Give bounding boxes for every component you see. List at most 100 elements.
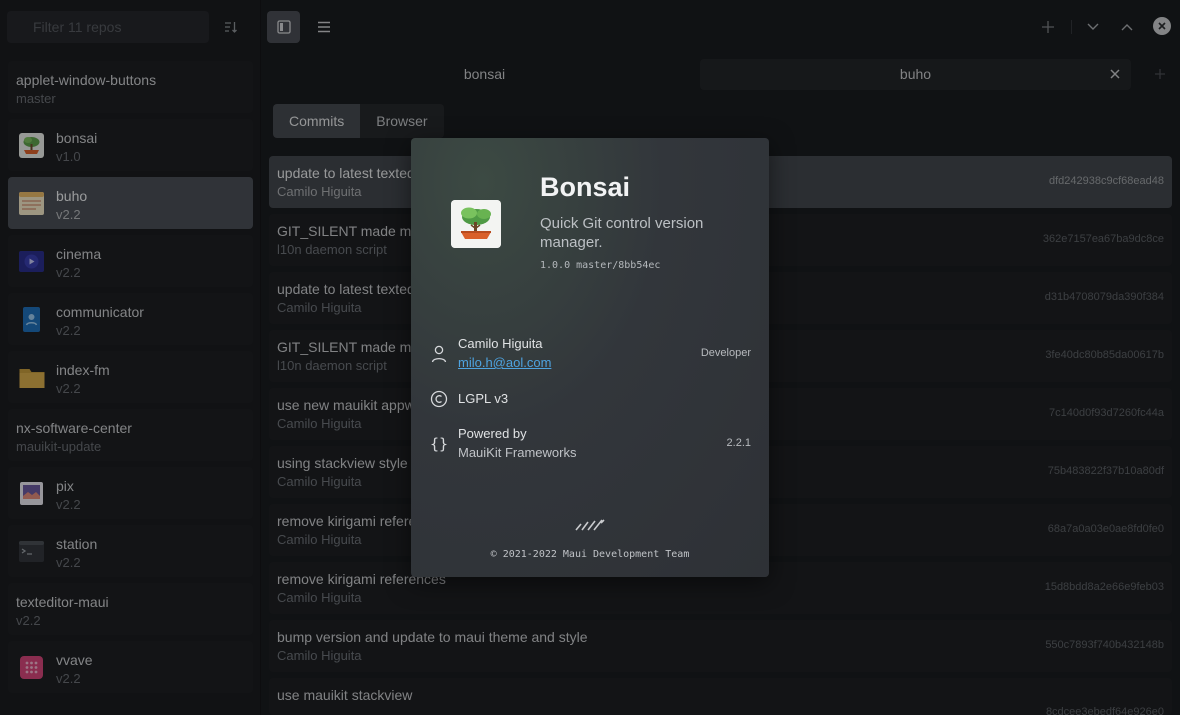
about-dialog: Bonsai Quick Git control version manager… [411, 138, 769, 577]
tab-bonsai[interactable]: bonsai [269, 59, 700, 90]
close-icon [1158, 22, 1166, 30]
repo-name: vvave [56, 652, 93, 668]
commit-message: use mauikit stackview [277, 687, 413, 703]
pix-app-icon [20, 482, 43, 505]
sidebar: applet-window-buttons master bonsai v1.0… [0, 0, 261, 715]
about-copyright: © 2021-2022 Maui Development Team [490, 549, 690, 560]
commit-author: Camilo Higuita [277, 532, 362, 547]
header-bar [261, 0, 1180, 54]
repo-item-applet-window-buttons[interactable]: applet-window-buttons master [8, 61, 253, 113]
commit-author: Camilo Higuita [277, 590, 362, 605]
commit-hash: 362e7157ea67ba9dc8ce [1042, 233, 1164, 245]
maximize-button[interactable] [1117, 17, 1137, 37]
close-tab-icon[interactable] [1109, 68, 1121, 80]
commit-hash: 3fe40dc80b85da00617b [1045, 349, 1164, 361]
view-switcher: Commits Browser [273, 104, 444, 138]
repo-item-index-fm[interactable]: index-fm v2.2 [8, 351, 253, 403]
maui-logo-icon [575, 519, 605, 531]
powered-by-label: Powered by [458, 426, 527, 441]
commit-author: Camilo Higuita [277, 416, 362, 431]
commit-author: Camilo Higuita [277, 648, 362, 663]
repo-branch: v2.2 [56, 265, 81, 280]
commit-author: Camilo Higuita [277, 184, 362, 199]
header-separator [1071, 20, 1072, 34]
browser-view-button[interactable]: Browser [360, 104, 444, 138]
commits-view-button[interactable]: Commits [273, 104, 361, 138]
braces-icon: {} [429, 435, 449, 453]
repo-name: cinema [56, 246, 102, 262]
commit-hash: 8cdcee3ebedf64e926e0 [1045, 706, 1164, 715]
buho-app-icon [19, 192, 44, 215]
repo-name: pix [56, 478, 74, 494]
repo-item-bonsai[interactable]: bonsai v1.0 [8, 119, 253, 171]
about-developer-row: Camilo Higuita milo.h@aol.com Developer [429, 336, 751, 372]
filter-repos-input[interactable] [7, 11, 209, 43]
copyright-icon [429, 389, 449, 409]
commit-author: l10n daemon script [277, 242, 387, 257]
repo-branch: v1.0 [56, 149, 81, 164]
repo-name: index-fm [56, 362, 110, 378]
tab-buho[interactable]: buho [700, 59, 1131, 90]
tab-label: buho [899, 66, 932, 82]
sort-icon [225, 22, 237, 33]
repo-item-cinema[interactable]: cinema v2.2 [8, 235, 253, 287]
about-app-name: Bonsai [540, 172, 631, 202]
repo-branch: v2.2 [56, 555, 81, 570]
repo-branch: master [16, 91, 56, 106]
commit-hash: dfd242938c9cf68ead48 [1049, 175, 1164, 187]
commit-hash: d31b4708079da390f384 [1044, 291, 1164, 303]
sidebar-header [0, 0, 261, 54]
about-app-description: Quick Git control version manager. [540, 215, 704, 251]
repo-item-buho[interactable]: buho v2.2 [8, 177, 253, 229]
main-menu-button[interactable] [307, 11, 340, 43]
repo-name: station [56, 536, 98, 552]
repo-item-texteditor-maui[interactable]: texteditor-maui v2.2 [8, 583, 253, 635]
commit-author: Camilo Higuita [277, 474, 362, 489]
terminal-app-icon [19, 541, 44, 562]
repo-name: applet-window-buttons [16, 72, 157, 88]
toggle-sidebar-button[interactable] [267, 11, 300, 43]
hamburger-menu-icon [317, 21, 330, 33]
commit-hash: 68a7a0a03e0ae8fd0fe0 [1047, 523, 1164, 535]
repo-item-pix[interactable]: pix v2.2 [8, 467, 253, 519]
tab-bar: bonsai buho [261, 54, 1180, 95]
vvave-app-icon [20, 656, 43, 679]
repo-branch: mauikit-update [16, 439, 102, 454]
repo-branch: v2.2 [16, 613, 41, 628]
sort-button[interactable] [218, 14, 244, 40]
license-label: LGPL v3 [458, 391, 509, 406]
new-tab-button[interactable] [1038, 17, 1058, 37]
user-icon [429, 344, 449, 364]
developer-role: Developer [700, 347, 751, 359]
minimize-button[interactable] [1083, 17, 1103, 37]
commit-message: bump version and update to maui theme an… [277, 629, 588, 645]
plus-icon [1042, 21, 1054, 33]
bonsai-app-logo-icon [451, 200, 501, 248]
repo-name: nx-software-center [16, 420, 132, 436]
repo-name: texteditor-maui [16, 594, 109, 610]
add-tab-icon[interactable] [1153, 67, 1167, 81]
commit-hash: 7c140d0f93d7260fc44a [1049, 407, 1164, 419]
repo-branch: v2.2 [56, 381, 81, 396]
repo-item-nx-software-center[interactable]: nx-software-center mauikit-update [8, 409, 253, 461]
about-app-version: 1.0.0 master/8bb54ec [540, 260, 661, 271]
framework-version: 2.2.1 [726, 437, 751, 449]
commit-row[interactable]: use mauikit stackview 8cdcee3ebedf64e926… [269, 678, 1172, 715]
bonsai-app-icon [19, 133, 44, 158]
repo-branch: v2.2 [56, 497, 81, 512]
framework-name: MauiKit Frameworks [458, 445, 577, 460]
repo-name: buho [56, 188, 88, 204]
commit-hash: 15d8bdd8a2e66e9feb03 [1044, 581, 1164, 593]
commit-author: l10n daemon script [277, 358, 387, 373]
developer-email-link[interactable]: milo.h@aol.com [458, 355, 551, 370]
commit-hash: 550c7893f740b432148b [1045, 639, 1164, 651]
repo-item-station[interactable]: station v2.2 [8, 525, 253, 577]
commit-row[interactable]: bump version and update to maui theme an… [269, 620, 1172, 672]
repo-item-communicator[interactable]: communicator v2.2 [8, 293, 253, 345]
chevron-down-icon [1087, 23, 1099, 30]
repo-item-vvave[interactable]: vvave v2.2 [8, 641, 253, 693]
commit-message: using stackview style [277, 455, 408, 471]
close-window-button[interactable] [1153, 17, 1171, 35]
repo-branch: v2.2 [56, 323, 81, 338]
developer-name: Camilo Higuita [458, 336, 543, 351]
